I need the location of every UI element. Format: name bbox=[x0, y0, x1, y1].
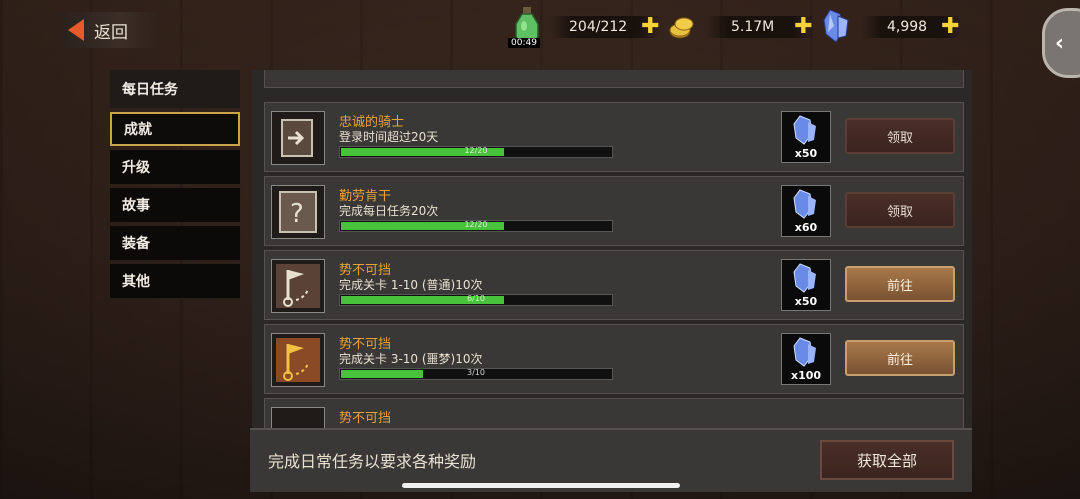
add-gold-icon[interactable]: ✚ bbox=[794, 16, 812, 38]
crystal-icon bbox=[793, 189, 816, 219]
claim-button[interactable]: 领取 bbox=[845, 192, 955, 228]
go-button[interactable]: 前往 bbox=[845, 266, 955, 302]
reward-quantity: x60 bbox=[794, 221, 818, 234]
crystal-icon bbox=[793, 337, 816, 367]
back-button[interactable]: 返回 bbox=[60, 12, 160, 48]
gold-value: 5.17M bbox=[731, 19, 775, 35]
potion-icon bbox=[515, 7, 539, 40]
quest-row: 势不可挡 完成关卡 1-10 (普通)10次 6/10 x50 前往 bbox=[264, 250, 964, 320]
progress-text: 3/10 bbox=[467, 368, 485, 377]
reward-quantity: x50 bbox=[794, 295, 818, 308]
reward-item[interactable]: x60 bbox=[781, 185, 831, 237]
stamina-timer: 00:49 bbox=[508, 38, 540, 48]
button-label: 领取 bbox=[886, 204, 913, 220]
quest-title: 势不可挡 bbox=[339, 411, 392, 426]
button-label: 前往 bbox=[886, 352, 913, 368]
progress-bar: 3/10 bbox=[339, 368, 613, 380]
menu-item-upgrade[interactable]: 升级 bbox=[110, 150, 240, 184]
footer-hint: 完成日常任务以要求各种奖励 bbox=[268, 452, 477, 471]
menu-item-label: 装备 bbox=[122, 236, 150, 252]
menu-item-equipment[interactable]: 装备 bbox=[110, 226, 240, 260]
side-menu-tab[interactable]: ‹ bbox=[1042, 8, 1080, 78]
chevron-left-icon: ‹ bbox=[1055, 30, 1065, 56]
back-label: 返回 bbox=[94, 22, 128, 43]
menu-item-label: 升级 bbox=[122, 160, 150, 176]
quest-row: ? 勤劳肯干 完成每日任务20次 12/20 x60 领取 bbox=[264, 176, 964, 246]
menu-item-achievements[interactable]: 成就 bbox=[110, 112, 240, 146]
category-menu: 每日任务 成就 升级 故事 装备 其他 bbox=[110, 70, 240, 302]
quest-row: 忠诚的骑士 登录时间超过20天 12/20 x50 领取 bbox=[264, 102, 964, 172]
button-label: 获取全部 bbox=[856, 451, 917, 470]
progress-text: 12/20 bbox=[464, 146, 488, 155]
stamina-value: 204/212 bbox=[569, 19, 628, 35]
claim-button[interactable]: 领取 bbox=[845, 118, 955, 154]
quest-list[interactable]: 忠诚的骑士 登录时间超过20天 12/20 x50 领取 ? 勤劳肯干 完成每日… bbox=[252, 70, 972, 430]
reward-item[interactable]: x50 bbox=[781, 111, 831, 163]
quest-row: 势不可挡 完成关卡 3-10 (噩梦)10次 3/10 x100 前往 bbox=[264, 324, 964, 394]
quest-row: 势不可挡 bbox=[264, 398, 964, 430]
progress-bar: 6/10 bbox=[339, 294, 613, 306]
progress-text: 12/20 bbox=[464, 220, 488, 229]
menu-item-daily[interactable]: 每日任务 bbox=[110, 70, 240, 108]
quest-row-partial bbox=[264, 70, 964, 88]
crystal-icon bbox=[823, 9, 849, 43]
flag-map-icon bbox=[271, 259, 325, 313]
login-door-icon bbox=[271, 111, 325, 165]
svg-text:?: ? bbox=[290, 199, 304, 229]
add-stamina-icon[interactable]: ✚ bbox=[641, 16, 659, 38]
add-crystal-icon[interactable]: ✚ bbox=[941, 16, 959, 38]
menu-item-label: 每日任务 bbox=[122, 82, 178, 98]
crystal-value: 4,998 bbox=[887, 19, 928, 35]
reward-item[interactable]: x100 bbox=[781, 333, 831, 385]
crystal-icon bbox=[793, 263, 816, 293]
quest-description: 登录时间超过20天 bbox=[339, 130, 439, 144]
progress-bar: 12/20 bbox=[339, 220, 613, 232]
home-indicator[interactable] bbox=[402, 483, 680, 488]
menu-item-label: 故事 bbox=[122, 198, 150, 214]
quest-description: 完成关卡 3-10 (噩梦)10次 bbox=[339, 352, 483, 366]
menu-item-label: 成就 bbox=[124, 122, 152, 138]
back-arrow-icon bbox=[68, 19, 84, 41]
progress-bar: 12/20 bbox=[339, 146, 613, 158]
menu-item-story[interactable]: 故事 bbox=[110, 188, 240, 222]
gold-coins-icon bbox=[669, 17, 694, 39]
reward-quantity: x100 bbox=[790, 369, 822, 382]
reward-quantity: x50 bbox=[794, 147, 818, 160]
flag-map-gold-icon bbox=[271, 407, 325, 430]
flag-map-gold-icon bbox=[271, 333, 325, 387]
question-scroll-icon: ? bbox=[271, 185, 325, 239]
go-button[interactable]: 前往 bbox=[845, 340, 955, 376]
crystal-icon bbox=[793, 115, 816, 145]
button-label: 前往 bbox=[886, 278, 913, 294]
quest-description: 完成关卡 1-10 (普通)10次 bbox=[339, 278, 483, 292]
menu-item-label: 其他 bbox=[122, 274, 150, 290]
reward-item[interactable]: x50 bbox=[781, 259, 831, 311]
progress-text: 6/10 bbox=[467, 294, 485, 303]
claim-all-button[interactable]: 获取全部 bbox=[820, 440, 954, 480]
menu-item-other[interactable]: 其他 bbox=[110, 264, 240, 298]
button-label: 领取 bbox=[886, 130, 913, 146]
quest-description: 完成每日任务20次 bbox=[339, 204, 439, 218]
